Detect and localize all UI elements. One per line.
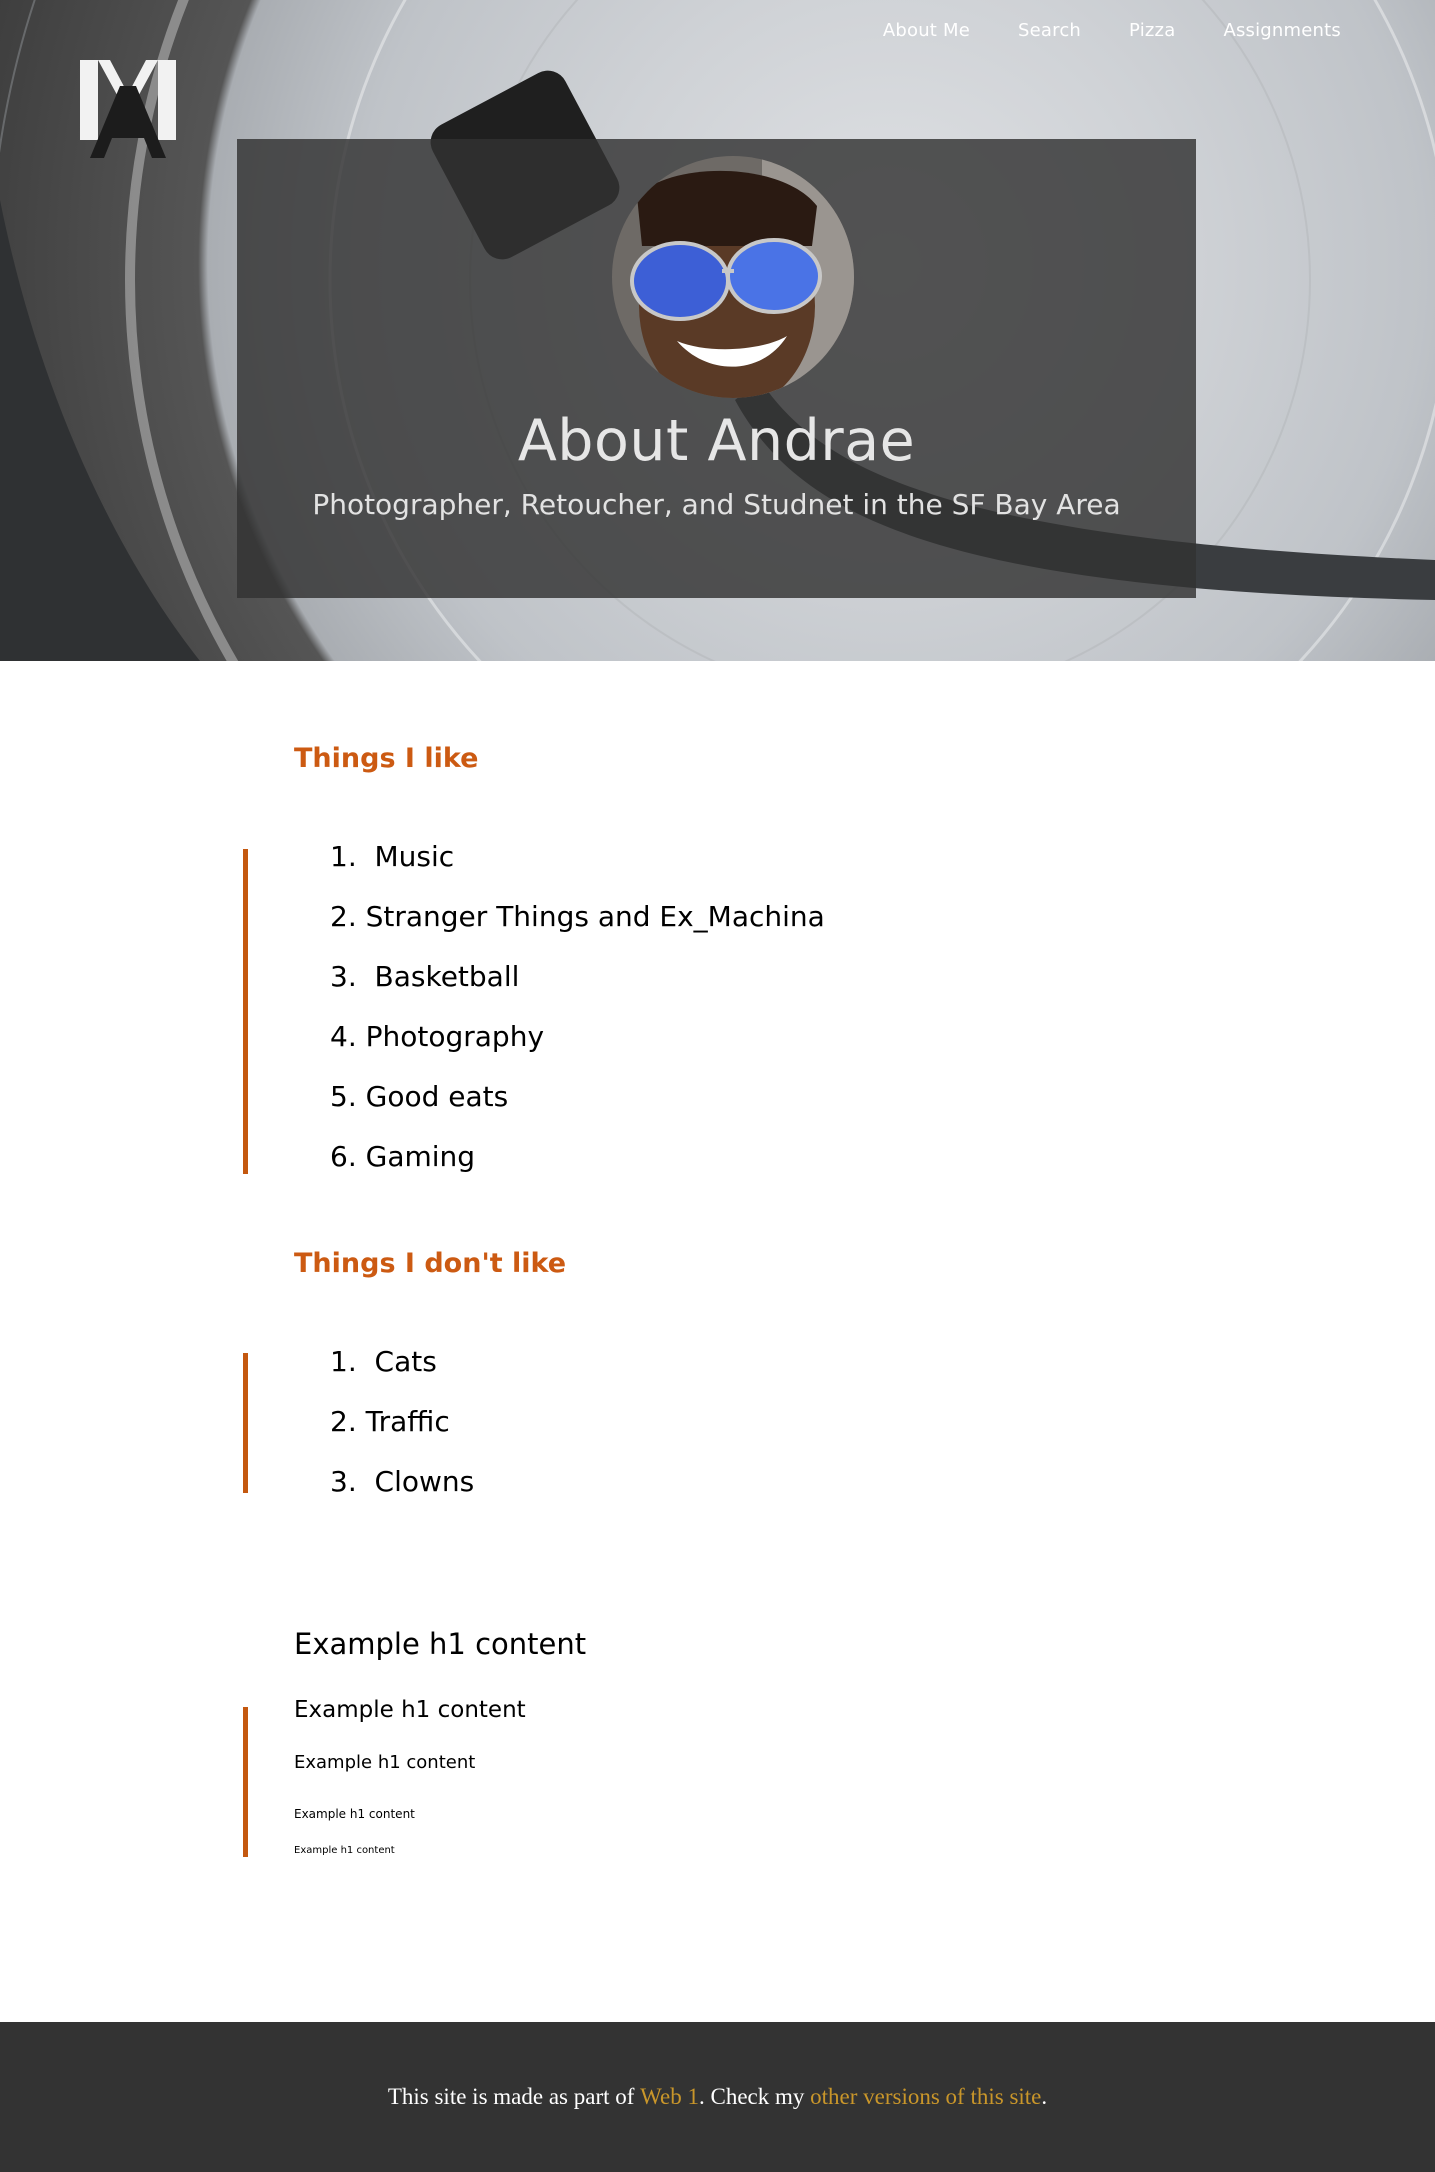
nav-search[interactable]: Search [1018,20,1081,41]
footer-link-web1[interactable]: Web 1 [640,2084,699,2110]
list-item: 1. Cats [330,1345,437,1378]
example-heading-4: Example h1 content [294,1807,415,1821]
hero-section: About Me Search Pizza Assignments About … [0,0,1435,661]
list-item: 2. Traffic [330,1405,450,1438]
profile-avatar [612,156,854,398]
site-footer: This site is made as part of Web 1 . Che… [0,2022,1435,2172]
site-logo[interactable] [80,60,176,158]
list-item: 4. Photography [330,1020,545,1053]
likes-list: 1. Music 2. Stranger Things and Ex_Machi… [330,827,825,1187]
footer-text-suffix: . [1041,2084,1048,2109]
page-subtitle: Photographer, Retoucher, and Studnet in … [312,488,1121,521]
list-item: 3. Basketball [330,960,520,993]
main-nav: About Me Search Pizza Assignments [883,20,1341,41]
list-item: 2. Stranger Things and Ex_Machina [330,900,825,933]
list-item: 3. Clowns [330,1465,475,1498]
examples-accent-bar [243,1707,248,1857]
example-heading-1: Example h1 content [294,1627,587,1661]
footer-text-middle: . Check my [698,2084,811,2109]
example-heading-5: Example h1 content [294,1845,395,1856]
list-item: 5. Good eats [330,1080,509,1113]
nav-assignments[interactable]: Assignments [1223,20,1341,41]
dislikes-list: 1. Cats 2. Traffic 3. Clowns [330,1332,474,1512]
nav-about-me[interactable]: About Me [883,20,970,41]
list-item: 1. Music [330,840,455,873]
footer-link-other-versions[interactable]: other versions of this site [810,2084,1041,2110]
footer-text-prefix: This site is made as part of [387,2084,641,2109]
dislikes-accent-bar [243,1353,248,1493]
likes-accent-bar [243,849,248,1174]
dislikes-heading: Things I don't like [294,1248,567,1279]
likes-heading: Things I like [294,743,479,774]
example-heading-2: Example h1 content [294,1697,526,1723]
example-heading-3: Example h1 content [294,1752,476,1773]
page-title: About Andrae [517,408,916,474]
list-item: 6. Gaming [330,1140,476,1173]
nav-pizza[interactable]: Pizza [1129,20,1175,41]
